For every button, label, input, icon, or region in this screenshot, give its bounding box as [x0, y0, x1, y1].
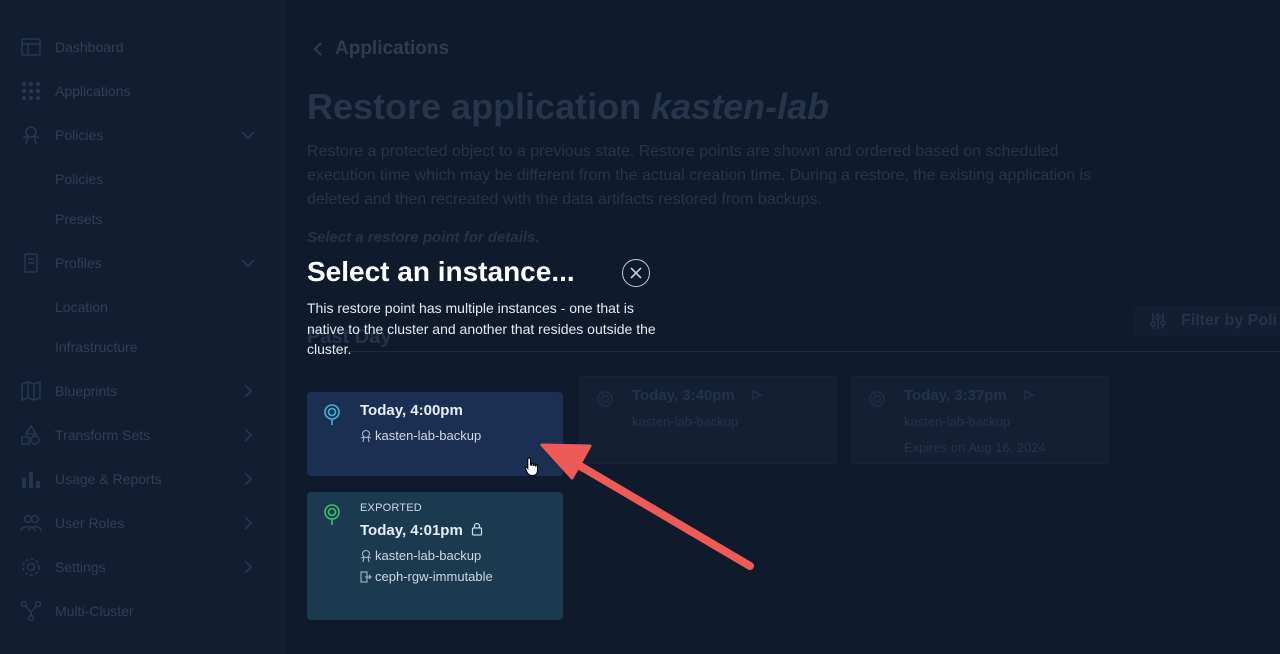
filter-label: Filter by Poli	[1181, 312, 1278, 329]
modal-description: This restore point has multiple instance…	[307, 300, 656, 357]
restore-point-pin-icon	[597, 391, 613, 407]
chevron-down-icon[interactable]	[240, 255, 256, 271]
export-location-icon	[360, 570, 372, 583]
instance-card-exported[interactable]: EXPORTED Today, 4:01pm kasten-lab-backup…	[307, 492, 563, 620]
policy-icon	[360, 429, 372, 442]
sidebar-item-usage-reports[interactable]: Usage & Reports	[0, 459, 284, 499]
sidebar-item-label: Transform Sets	[55, 427, 151, 443]
sidebar-item-transform-sets[interactable]: Transform Sets	[0, 415, 284, 455]
back-link[interactable]: Applications	[311, 38, 449, 60]
instance-time: Today, 4:01pm	[360, 522, 483, 539]
select-hint: Select a restore point for details.	[307, 229, 540, 246]
instance-location: ceph-rgw-immutable	[360, 569, 493, 584]
policies-icon	[20, 124, 42, 146]
sidebar-item-label: Applications	[55, 83, 131, 99]
profiles-icon	[20, 252, 42, 274]
instance-policy: kasten-lab-backup	[360, 548, 481, 563]
sidebar-item-multi-cluster[interactable]: Multi-Cluster	[0, 591, 284, 631]
restore-point-card[interactable]: Today, 3:37pm kasten-lab-backup Expires …	[851, 376, 1109, 464]
restore-point-expiry: Expires on Aug 16, 2024	[904, 440, 1046, 455]
close-icon	[630, 267, 642, 279]
sidebar-item-label: Dashboard	[55, 39, 124, 55]
chevron-right-icon[interactable]	[240, 515, 256, 531]
hand-cursor-icon	[524, 457, 538, 476]
page-title: Restore application kasten-lab	[307, 86, 829, 128]
chevron-right-icon[interactable]	[240, 383, 256, 399]
back-link-label: Applications	[335, 38, 450, 59]
sidebar-item-label: Usage & Reports	[55, 471, 162, 487]
instance-policy-name: kasten-lab-backup	[375, 548, 482, 563]
sidebar-item-policies[interactable]: Policies	[0, 115, 284, 155]
restore-point-name: kasten-lab-backup	[904, 414, 1011, 429]
instance-policy-name: kasten-lab-backup	[375, 428, 482, 443]
sidebar-item-label: Settings	[55, 559, 106, 575]
sidebar-item-settings[interactable]: Settings	[0, 547, 284, 587]
filter-icon	[1150, 313, 1166, 329]
sidebar-subitem-location[interactable]: Location	[55, 299, 108, 315]
policy-icon	[360, 549, 372, 562]
transform-icon	[20, 424, 42, 446]
location-pin-icon	[324, 404, 340, 425]
instance-location-name: ceph-rgw-immutable	[375, 569, 493, 584]
sidebar-item-label: Multi-Cluster	[55, 603, 134, 619]
restore-point-pin-icon	[869, 391, 885, 407]
sidebar-item-applications[interactable]: Applications	[0, 71, 284, 111]
lock-icon	[471, 522, 482, 536]
sidebar-subitem-infrastructure[interactable]: Infrastructure	[55, 339, 137, 355]
users-icon	[20, 512, 42, 534]
multicluster-icon	[20, 600, 42, 622]
chevron-right-icon[interactable]	[240, 427, 256, 443]
restore-point-time: Today, 3:40pm	[632, 387, 735, 404]
sidebar-item-label: Profiles	[55, 255, 102, 271]
location-pin-icon	[324, 504, 340, 525]
grid-icon	[20, 80, 42, 102]
map-icon	[20, 380, 42, 402]
modal-title: Select an instance...	[307, 256, 575, 287]
sidebar-item-label: User Roles	[55, 515, 125, 531]
instance-policy: kasten-lab-backup	[360, 428, 481, 443]
sidebar-subitem-policies[interactable]: Policies	[55, 171, 103, 187]
sidebar-item-blueprints[interactable]: Blueprints	[0, 371, 284, 411]
sidebar-subitem-presets[interactable]: Presets	[55, 211, 102, 227]
chart-icon	[20, 468, 42, 490]
play-icon	[1024, 390, 1034, 400]
filter-by-policy-button[interactable]: Filter by Poli	[1133, 306, 1280, 336]
instance-time: Today, 4:00pm	[360, 402, 463, 419]
restore-point-name: kasten-lab-backup	[632, 414, 739, 429]
page-title-app: kasten-lab	[651, 86, 830, 127]
close-button[interactable]	[622, 259, 650, 287]
gear-icon	[20, 556, 42, 578]
chevron-left-icon	[313, 42, 322, 56]
restore-point-card[interactable]: Today, 3:40pm kasten-lab-backup	[579, 376, 837, 464]
chevron-right-icon[interactable]	[240, 559, 256, 575]
page-description: Restore a protected object to a previous…	[307, 143, 1092, 208]
sidebar-item-label: Blueprints	[55, 383, 118, 399]
sidebar-item-label: Policies	[55, 127, 104, 143]
sidebar-item-profiles[interactable]: Profiles	[0, 243, 284, 283]
sidebar-item-dashboard[interactable]: Dashboard	[0, 27, 284, 67]
instance-time-text: Today, 4:01pm	[360, 522, 463, 539]
dashboard-icon	[20, 36, 42, 58]
play-icon	[752, 390, 762, 400]
chevron-right-icon[interactable]	[240, 471, 256, 487]
page-title-prefix: Restore application	[307, 86, 652, 127]
sidebar-item-user-roles[interactable]: User Roles	[0, 503, 284, 543]
chevron-down-icon[interactable]	[240, 127, 256, 143]
sidebar: Dashboard Applications Policies Policies…	[0, 0, 285, 654]
restore-point-time: Today, 3:37pm	[904, 387, 1007, 404]
exported-tag: EXPORTED	[360, 502, 422, 514]
